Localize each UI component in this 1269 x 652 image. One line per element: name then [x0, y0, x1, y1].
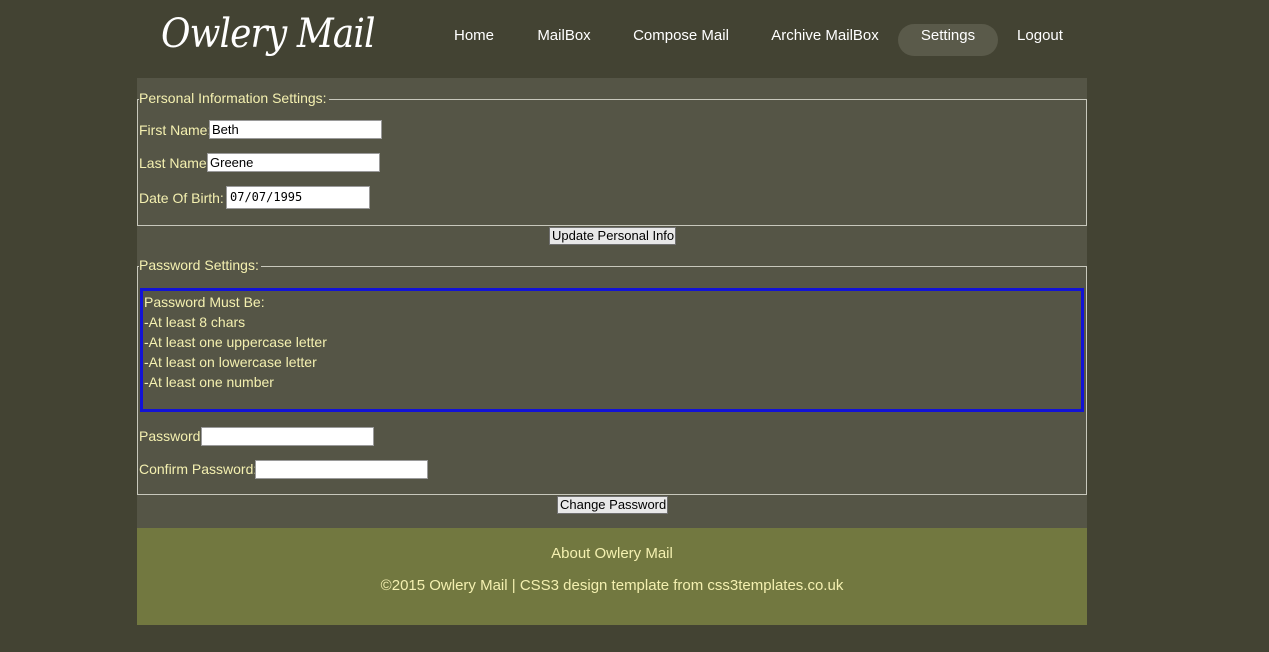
footer: About Owlery Mail ©2015 Owlery Mail | CS… [137, 528, 1087, 625]
dob-date-input[interactable]: 07/07/1995 [226, 186, 370, 209]
personal-info-legend: Personal Information Settings: [139, 90, 329, 106]
password-rule-item: -At least one uppercase letter [144, 334, 327, 350]
first-name-label: First Name: [139, 122, 212, 138]
password-rules-box: Password Must Be: -At least 8 chars -At … [140, 288, 1084, 412]
password-rule-item: -At least one number [144, 374, 274, 390]
nav-settings[interactable]: Settings [898, 24, 998, 56]
update-personal-info-button[interactable]: Update Personal Info [549, 227, 676, 245]
last-name-label: Last Name: [139, 155, 211, 171]
password-rules-heading: Password Must Be: [144, 294, 265, 310]
confirm-password-label: Confirm Password: [139, 461, 258, 477]
nav-archive-mailbox[interactable]: Archive MailBox [759, 24, 891, 56]
settings-panel: Personal Information Settings: First Nam… [137, 78, 1087, 528]
password-rule-item: -At least 8 chars [144, 314, 246, 330]
nav-compose-mail[interactable]: Compose Mail [621, 24, 741, 56]
password-rule-item: -At least on lowercase letter [144, 354, 317, 370]
password-input[interactable] [201, 427, 374, 446]
personal-info-fieldset: Personal Information Settings: First Nam… [137, 90, 1087, 226]
nav-logout[interactable]: Logout [1006, 24, 1074, 56]
change-password-button[interactable]: Change Password [557, 496, 668, 514]
password-legend: Password Settings: [139, 257, 261, 273]
nav-home[interactable]: Home [437, 24, 511, 56]
dob-label: Date Of Birth: [139, 190, 224, 206]
confirm-password-input[interactable] [255, 460, 428, 479]
copyright-text: ©2015 Owlery Mail | CSS3 design template… [380, 577, 844, 594]
password-label: Password: [139, 428, 205, 444]
logo[interactable]: Owlery Mail [161, 4, 375, 64]
about-link[interactable]: About Owlery Mail [137, 545, 1087, 563]
last-name-input[interactable] [207, 153, 380, 172]
nav-mailbox[interactable]: MailBox [525, 24, 603, 56]
first-name-input[interactable] [209, 120, 382, 139]
header: Owlery Mail Home MailBox Compose Mail Ar… [137, 0, 1087, 78]
